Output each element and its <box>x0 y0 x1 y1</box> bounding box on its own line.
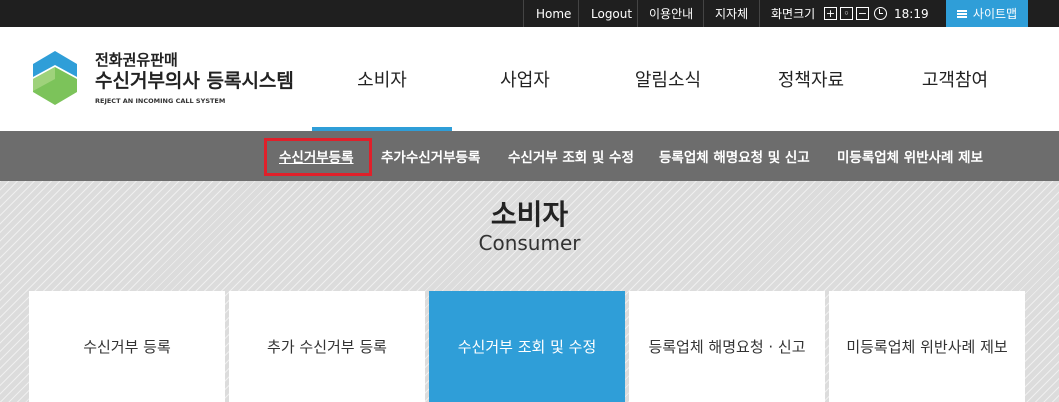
subnav-label: 등록업체 해명요청 및 신고 <box>659 150 810 166</box>
gnb-consumer[interactable]: 소비자 <box>312 27 452 131</box>
page-subtitle: Consumer <box>478 231 581 255</box>
gnb-business[interactable]: 사업자 <box>455 27 595 131</box>
subnav-label: 추가수신거부등록 <box>381 150 481 166</box>
gnb-news[interactable]: 알림소식 <box>598 27 738 131</box>
gnb-customer[interactable]: 고객참여 <box>885 27 1025 131</box>
subnav-label: 미등록업체 위반사례 제보 <box>837 150 984 166</box>
subnav-additional-reject[interactable]: 추가수신거부등록 <box>381 131 480 181</box>
subnav-violation-report[interactable]: 미등록업체 위반사례 제보 <box>837 131 983 181</box>
clock-icon <box>874 7 887 20</box>
session-time: 18:19 <box>894 6 929 21</box>
zoom-label: 화면크기 <box>771 7 816 21</box>
content-area: 소비자 Consumer 수신거부 등록 추가 수신거부 등록 수신거부 조회 … <box>0 181 1059 402</box>
subnav-reject-lookup[interactable]: 수신거부 조회 및 수정 <box>508 131 634 181</box>
sitemap-label: 사이트맵 <box>972 7 1018 21</box>
logo-text[interactable]: 전화권유판매 수신거부의사 등록시스템 REJECT AN INCOMING C… <box>95 51 294 107</box>
divider <box>703 0 704 27</box>
logout-link[interactable]: Logout <box>591 0 632 27</box>
logo-icon[interactable] <box>31 49 79 107</box>
tab-business-report[interactable]: 등록업체 해명요청 · 신고 <box>629 291 825 402</box>
site-header: 전화권유판매 수신거부의사 등록시스템 REJECT AN INCOMING C… <box>0 27 1059 131</box>
tab-menu: 수신거부 등록 추가 수신거부 등록 수신거부 조회 및 수정 등록업체 해명요… <box>29 291 1025 402</box>
tab-violation-report[interactable]: 미등록업체 위반사례 제보 <box>829 291 1025 402</box>
menu-icon <box>956 9 967 18</box>
zoom-in-button[interactable]: + <box>824 7 837 20</box>
gnb-policy[interactable]: 정책자료 <box>741 27 881 131</box>
divider <box>578 0 579 27</box>
sub-navigation: 수신거부등록 추가수신거부등록 수신거부 조회 및 수정 등록업체 해명요청 및… <box>0 131 1059 181</box>
guide-link[interactable]: 이용안내 <box>649 0 693 27</box>
local-gov-link[interactable]: 지자체 <box>715 0 748 27</box>
subnav-business-report[interactable]: 등록업체 해명요청 및 신고 <box>659 131 810 181</box>
logo-line3: REJECT AN INCOMING CALL SYSTEM <box>95 97 226 105</box>
sitemap-button[interactable]: 사이트맵 <box>946 0 1028 27</box>
subnav-label: 수신거부등록 <box>279 150 354 166</box>
divider <box>637 0 638 27</box>
page-title: 소비자 <box>490 198 569 231</box>
logo-line2: 수신거부의사 등록시스템 <box>95 70 294 92</box>
zoom-out-button[interactable]: − <box>856 7 869 20</box>
subnav-reject-register[interactable]: 수신거부등록 <box>279 131 354 181</box>
zoom-controls: + ◦ − 18:19 <box>824 6 929 21</box>
tab-additional-reject[interactable]: 추가 수신거부 등록 <box>229 291 425 402</box>
top-utility-bar: Home Logout 이용안내 지자체 화면크기 + ◦ − 18:19 사이… <box>0 0 1059 27</box>
subnav-label: 수신거부 조회 및 수정 <box>508 150 634 166</box>
logo-line1: 전화권유판매 <box>95 51 178 69</box>
divider <box>759 0 760 27</box>
divider <box>523 0 524 27</box>
tab-reject-lookup[interactable]: 수신거부 조회 및 수정 <box>429 291 625 402</box>
tab-reject-register[interactable]: 수신거부 등록 <box>29 291 225 402</box>
home-link[interactable]: Home <box>536 0 571 27</box>
zoom-reset-button[interactable]: ◦ <box>840 7 853 20</box>
